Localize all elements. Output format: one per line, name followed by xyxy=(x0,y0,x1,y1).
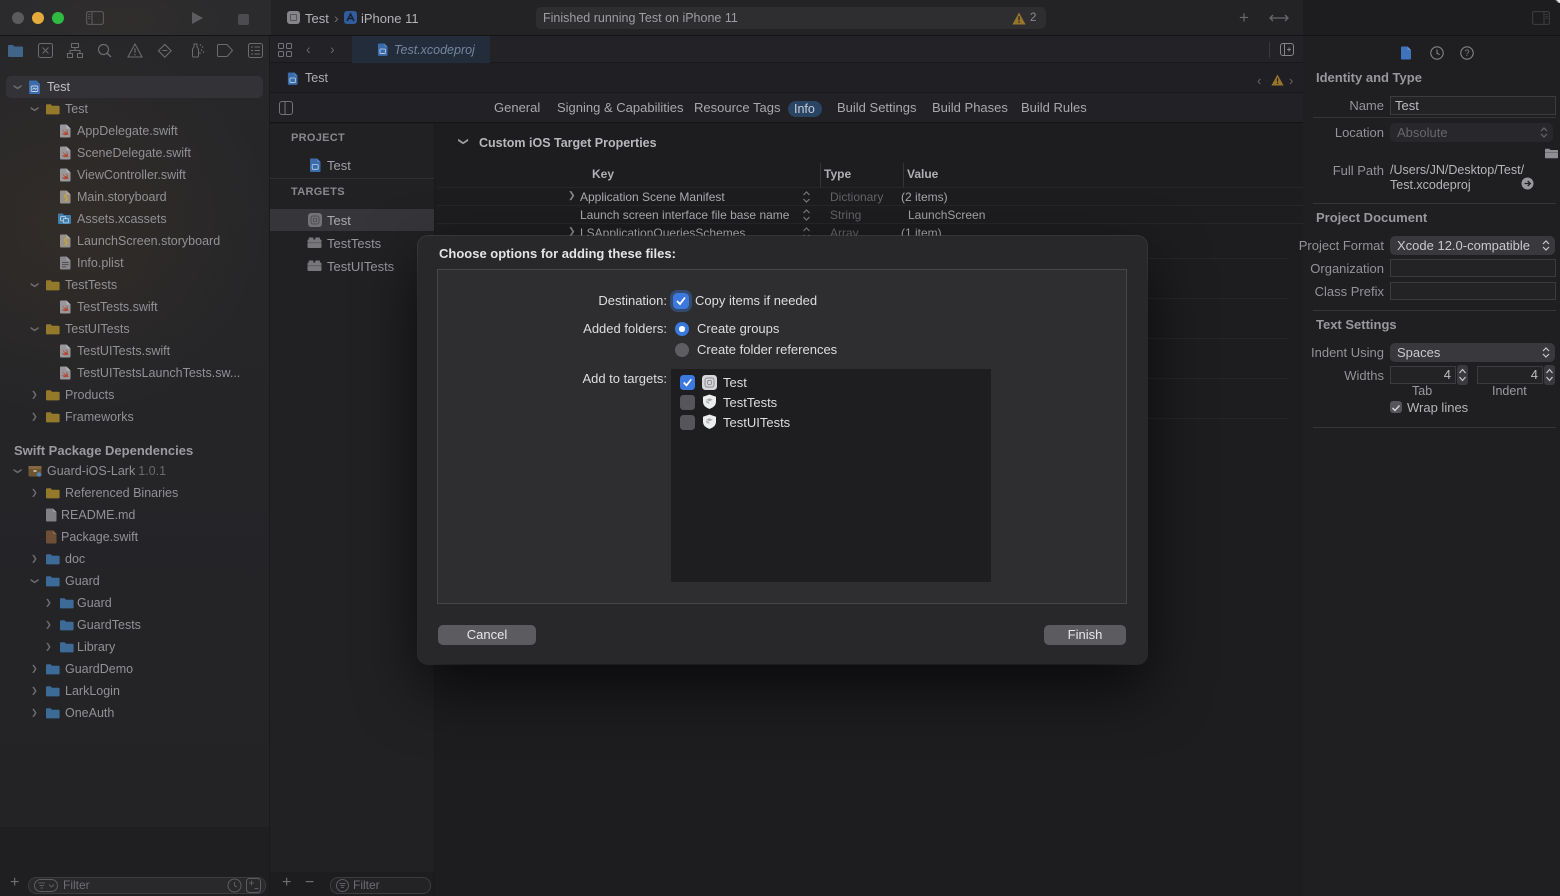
svg-text:?: ? xyxy=(1464,48,1469,58)
